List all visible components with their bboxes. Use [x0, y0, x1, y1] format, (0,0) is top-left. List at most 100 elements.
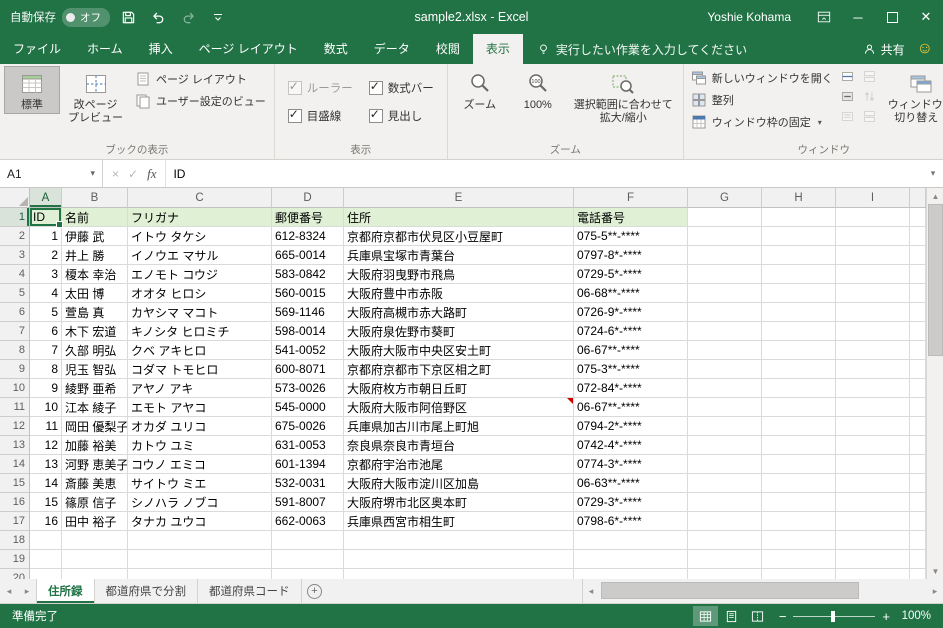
cell-partial-2[interactable]: [910, 227, 926, 246]
horizontal-scrollbar[interactable]: ◂ ▸: [582, 579, 943, 603]
cell-D11[interactable]: 545-0000: [272, 398, 344, 417]
cell-G1[interactable]: [688, 208, 762, 227]
cell-E8[interactable]: 大阪府大阪市中央区安土町: [344, 341, 574, 360]
cell-partial-14[interactable]: [910, 455, 926, 474]
share-button[interactable]: 共有: [863, 41, 905, 58]
cell-D14[interactable]: 601-1394: [272, 455, 344, 474]
cell-F11[interactable]: 06-67**-****: [574, 398, 688, 417]
cell-I19[interactable]: [836, 550, 910, 569]
cell-I16[interactable]: [836, 493, 910, 512]
row-header-12[interactable]: 12: [0, 417, 30, 436]
switch-windows-button[interactable]: ウィンドウの 切り替え ▾: [882, 66, 943, 127]
cell-G3[interactable]: [688, 246, 762, 265]
row-header-19[interactable]: 19: [0, 550, 30, 569]
customize-quick-access-button[interactable]: [206, 4, 230, 30]
normal-view-button[interactable]: 標準: [4, 66, 60, 114]
cell-C8[interactable]: クベ アキヒロ: [128, 341, 272, 360]
formula-input[interactable]: ID: [166, 160, 923, 187]
cell-B9[interactable]: 児玉 智弘: [62, 360, 128, 379]
cell-F12[interactable]: 0794-2*-****: [574, 417, 688, 436]
cell-E10[interactable]: 大阪府枚方市朝日丘町: [344, 379, 574, 398]
vertical-scrollbar-thumb[interactable]: [928, 204, 943, 356]
arrange-all-button[interactable]: 整列: [691, 90, 833, 110]
cell-D18[interactable]: [272, 531, 344, 550]
cell-A5[interactable]: 4: [30, 284, 62, 303]
cell-F17[interactable]: 0798-6*-****: [574, 512, 688, 531]
cell-I6[interactable]: [836, 303, 910, 322]
cell-F1[interactable]: 電話番号: [574, 208, 688, 227]
cell-partial-13[interactable]: [910, 436, 926, 455]
cell-E6[interactable]: 大阪府高槻市赤大路町: [344, 303, 574, 322]
cell-E14[interactable]: 京都府宇治市池尾: [344, 455, 574, 474]
cell-A8[interactable]: 7: [30, 341, 62, 360]
cell-C3[interactable]: イノウエ マサル: [128, 246, 272, 265]
cell-partial-3[interactable]: [910, 246, 926, 265]
tab-review[interactable]: 校閲: [423, 34, 473, 64]
cell-A18[interactable]: [30, 531, 62, 550]
cell-C16[interactable]: シノハラ ノブコ: [128, 493, 272, 512]
cell-I11[interactable]: [836, 398, 910, 417]
custom-views-button[interactable]: ユーザー設定のビュー: [132, 92, 269, 110]
row-header-17[interactable]: 17: [0, 512, 30, 531]
synchronous-scrolling-button[interactable]: [861, 89, 879, 104]
reset-window-position-button[interactable]: [861, 109, 879, 124]
cell-E18[interactable]: [344, 531, 574, 550]
cell-E4[interactable]: 大阪府羽曳野市飛鳥: [344, 265, 574, 284]
hide-window-button[interactable]: [839, 89, 857, 104]
cell-G5[interactable]: [688, 284, 762, 303]
cell-H1[interactable]: [762, 208, 836, 227]
cell-A13[interactable]: 12: [30, 436, 62, 455]
row-header-14[interactable]: 14: [0, 455, 30, 474]
cell-D4[interactable]: 583-0842: [272, 265, 344, 284]
cell-C12[interactable]: オカダ ユリコ: [128, 417, 272, 436]
cell-B8[interactable]: 久部 明弘: [62, 341, 128, 360]
unhide-window-button[interactable]: [839, 109, 857, 124]
cell-G6[interactable]: [688, 303, 762, 322]
cell-A1[interactable]: ID: [30, 208, 63, 228]
row-header-3[interactable]: 3: [0, 246, 30, 265]
cell-G14[interactable]: [688, 455, 762, 474]
cell-H4[interactable]: [762, 265, 836, 284]
cell-E9[interactable]: 京都府京都市下京区相之町: [344, 360, 574, 379]
close-button[interactable]: ✕: [909, 0, 943, 34]
cell-C17[interactable]: タナカ ユウコ: [128, 512, 272, 531]
cell-E20[interactable]: [344, 569, 574, 579]
cell-I5[interactable]: [836, 284, 910, 303]
cell-F8[interactable]: 06-67**-****: [574, 341, 688, 360]
cell-I1[interactable]: [836, 208, 910, 227]
tab-data[interactable]: データ: [361, 34, 423, 64]
cell-B1[interactable]: 名前: [62, 208, 128, 227]
cell-D20[interactable]: [272, 569, 344, 579]
cell-partial-9[interactable]: [910, 360, 926, 379]
cell-A16[interactable]: 15: [30, 493, 62, 512]
cell-D5[interactable]: 560-0015: [272, 284, 344, 303]
insert-function-button[interactable]: fx: [147, 166, 156, 182]
cell-G20[interactable]: [688, 569, 762, 579]
cell-B5[interactable]: 太田 博: [62, 284, 128, 303]
cell-G15[interactable]: [688, 474, 762, 493]
cell-F14[interactable]: 0774-3*-****: [574, 455, 688, 474]
row-header-11[interactable]: 11: [0, 398, 30, 417]
cell-E3[interactable]: 兵庫県宝塚市青葉台: [344, 246, 574, 265]
cell-D17[interactable]: 662-0063: [272, 512, 344, 531]
cell-G16[interactable]: [688, 493, 762, 512]
column-header-F[interactable]: F: [574, 188, 688, 208]
cell-D12[interactable]: 675-0026: [272, 417, 344, 436]
row-header-13[interactable]: 13: [0, 436, 30, 455]
name-box[interactable]: A1 ▾: [0, 160, 103, 187]
cell-C10[interactable]: アヤノ アキ: [128, 379, 272, 398]
cell-A6[interactable]: 5: [30, 303, 62, 322]
cell-A10[interactable]: 9: [30, 379, 62, 398]
vertical-scrollbar[interactable]: ▲ ▼: [926, 188, 943, 579]
cell-F4[interactable]: 0729-5*-****: [574, 265, 688, 284]
cell-B4[interactable]: 榎本 幸治: [62, 265, 128, 284]
zoom-percentage[interactable]: 100%: [897, 610, 931, 622]
cell-F20[interactable]: [574, 569, 688, 579]
cell-H5[interactable]: [762, 284, 836, 303]
cell-C13[interactable]: カトウ ユミ: [128, 436, 272, 455]
cell-A2[interactable]: 1: [30, 227, 62, 246]
cell-B19[interactable]: [62, 550, 128, 569]
cell-A4[interactable]: 3: [30, 265, 62, 284]
cell-H19[interactable]: [762, 550, 836, 569]
cell-H6[interactable]: [762, 303, 836, 322]
